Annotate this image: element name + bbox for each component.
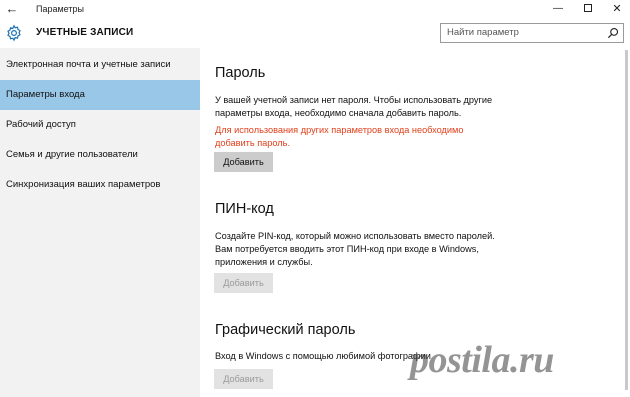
- scrollbar-thumb[interactable]: [625, 50, 628, 390]
- watermark: postila.ru: [410, 339, 554, 381]
- picture-password-heading: Графический пароль: [215, 322, 356, 338]
- sidebar-item-work-access[interactable]: Рабочий доступ: [0, 110, 200, 140]
- sidebar-item-family[interactable]: Семья и другие пользователи: [0, 140, 200, 170]
- sidebar-item-sign-in-options[interactable]: Параметры входа: [0, 80, 200, 110]
- pin-description: Создайте PIN-код, который можно использо…: [215, 231, 495, 267]
- gear-icon: [7, 24, 21, 42]
- sidebar-item-email-accounts[interactable]: Электронная почта и учетные записи: [0, 50, 200, 80]
- search-icon[interactable]: [607, 27, 619, 39]
- scrollbar[interactable]: [623, 48, 630, 397]
- pin-heading: ПИН-код: [215, 201, 274, 217]
- add-picture-password-button[interactable]: Добавить: [214, 369, 273, 389]
- close-icon[interactable]: ✕: [606, 0, 628, 18]
- password-warning: Для использования других параметров вход…: [215, 125, 464, 148]
- back-arrow-icon[interactable]: ←: [4, 0, 20, 18]
- page-header: УЧЕТНЫЕ ЗАПИСИ Найти параметр: [0, 18, 630, 48]
- password-heading: Пароль: [215, 65, 266, 81]
- sidebar-item-sync[interactable]: Синхронизация ваших параметров: [0, 170, 200, 200]
- page-title: УЧЕТНЫЕ ЗАПИСИ: [36, 27, 134, 38]
- add-pin-button[interactable]: Добавить: [214, 273, 273, 293]
- search-placeholder: Найти параметр: [447, 27, 519, 38]
- add-password-button[interactable]: Добавить: [214, 152, 273, 172]
- title-bar: ← Параметры — ✕: [0, 0, 630, 18]
- search-input[interactable]: Найти параметр: [440, 23, 624, 43]
- window-title: Параметры: [36, 4, 84, 14]
- sidebar: Электронная почта и учетные записи Парам…: [0, 48, 200, 397]
- maximize-icon[interactable]: [577, 0, 599, 18]
- password-description: У вашей учетной записи нет пароля. Чтобы…: [215, 95, 493, 118]
- minimize-icon[interactable]: —: [547, 0, 569, 18]
